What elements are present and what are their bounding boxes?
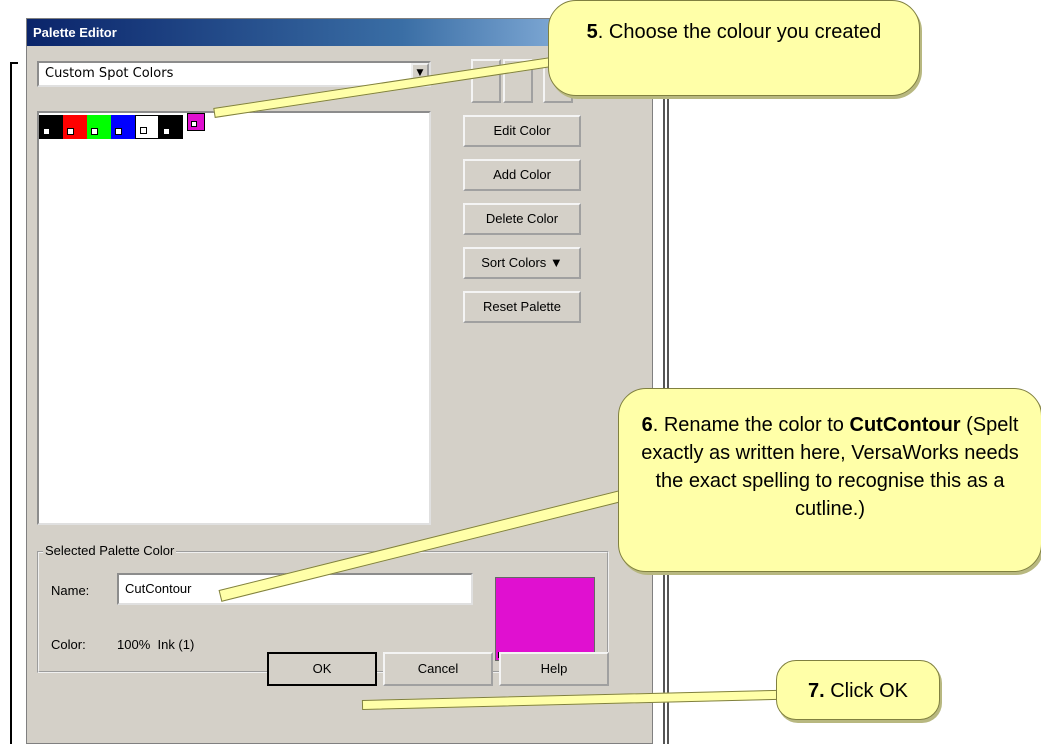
swatch-white[interactable] xyxy=(135,115,159,139)
callout-7-text: Click OK xyxy=(824,680,909,702)
callout-5-text: . Choose the colour you created xyxy=(597,21,882,43)
swatch-green[interactable] xyxy=(87,115,111,139)
group-label: Selected Palette Color xyxy=(43,543,177,558)
ok-button[interactable]: OK xyxy=(267,652,377,686)
delete-color-button[interactable]: Delete Color xyxy=(463,203,581,235)
edit-color-button[interactable]: Edit Color xyxy=(463,115,581,147)
callout-5-number: 5 xyxy=(586,21,598,43)
callout-6-number: 6 xyxy=(641,414,653,436)
callout-6-bold: CutContour xyxy=(849,414,961,436)
color-value: 100% Ink (1) xyxy=(117,637,195,652)
palette-select-value: Custom Spot Colors xyxy=(45,66,174,81)
cancel-button[interactable]: Cancel xyxy=(383,652,493,686)
swatch-red[interactable] xyxy=(63,115,87,139)
callout-6: 6. Rename the color to CutContour (Spelt… xyxy=(618,388,1041,572)
callout-5: 5. Choose the colour you created xyxy=(548,0,920,96)
color-preview xyxy=(495,577,595,661)
reset-palette-button[interactable]: Reset Palette xyxy=(463,291,581,323)
name-label: Name: xyxy=(51,583,90,598)
callout-7-number: 7. xyxy=(807,680,825,702)
swatch-blue[interactable] xyxy=(111,115,135,139)
callout-6-text-1: . Rename the color to xyxy=(652,414,850,436)
separator-line xyxy=(663,0,669,744)
sort-colors-button[interactable]: Sort Colors ▼ xyxy=(463,247,581,279)
swatch-magenta[interactable] xyxy=(187,113,205,131)
help-button[interactable]: Help xyxy=(499,652,609,686)
callout-7: 7. Click OK xyxy=(776,660,940,720)
outer-bracket xyxy=(10,62,18,744)
color-label: Color: xyxy=(51,637,86,652)
palette-editor-dialog: Palette Editor Custom Spot Colors ▼ Edit… xyxy=(26,18,653,744)
add-color-button[interactable]: Add Color xyxy=(463,159,581,191)
swatch-black-2[interactable] xyxy=(159,115,183,139)
swatch-black[interactable] xyxy=(39,115,63,139)
swatch-list[interactable] xyxy=(37,111,431,525)
